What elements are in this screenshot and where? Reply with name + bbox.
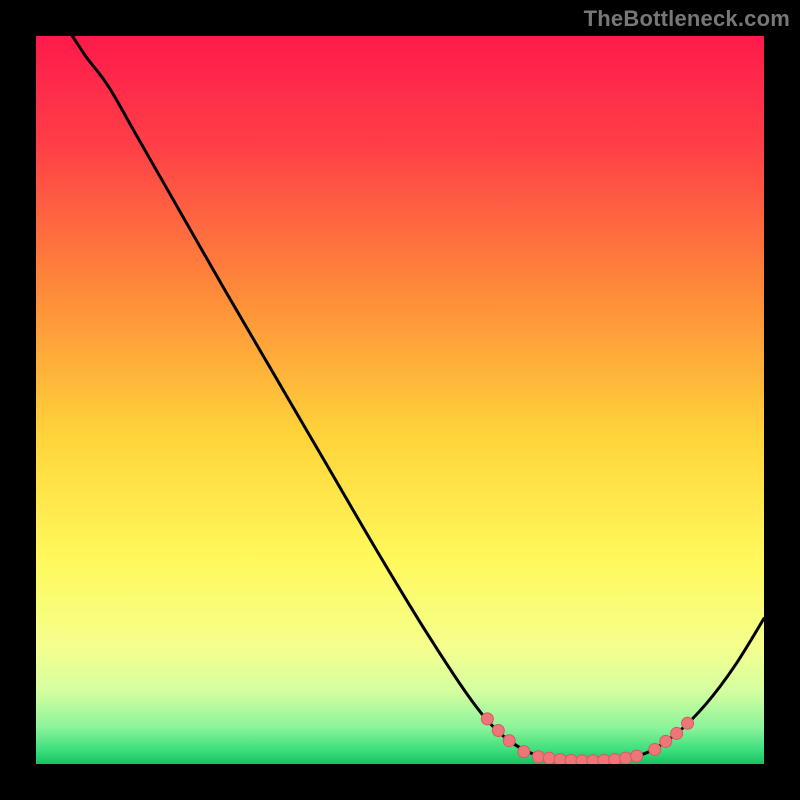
- chart-dot: [481, 713, 493, 725]
- chart-dot: [532, 751, 544, 763]
- chart-dot: [631, 750, 643, 762]
- chart-dot: [620, 752, 632, 764]
- chart-dot: [682, 717, 694, 729]
- chart-dot: [660, 735, 672, 747]
- chart-dot: [543, 752, 555, 764]
- chart-stage: TheBottleneck.com: [0, 0, 800, 800]
- chart-dot: [587, 755, 599, 764]
- watermark-text: TheBottleneck.com: [584, 6, 790, 32]
- chart-dot: [503, 735, 515, 747]
- chart-dot: [554, 754, 566, 764]
- chart-dot: [565, 754, 577, 764]
- chart-plot-area: [36, 36, 764, 764]
- chart-dot: [576, 755, 588, 764]
- chart-dot: [518, 746, 530, 758]
- chart-dot: [649, 743, 661, 755]
- chart-dot: [598, 754, 610, 764]
- chart-dot: [492, 725, 504, 737]
- chart-dot: [609, 754, 621, 764]
- chart-dot: [671, 727, 683, 739]
- chart-svg: [36, 36, 764, 764]
- chart-background-gradient: [36, 36, 764, 764]
